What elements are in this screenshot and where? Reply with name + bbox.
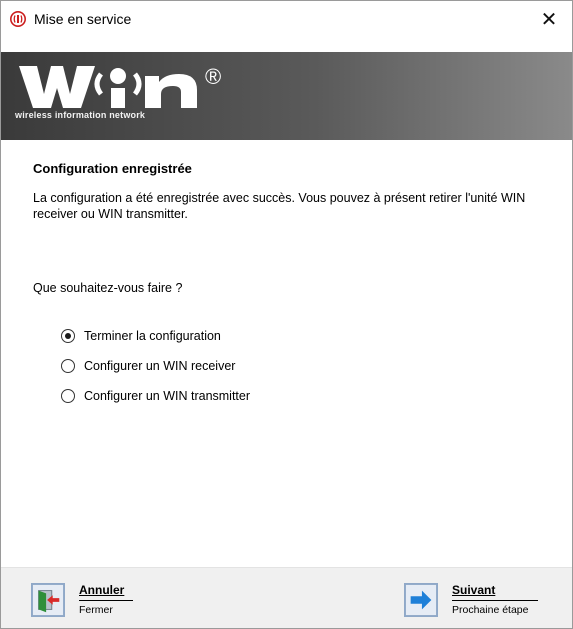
option-terminer[interactable]: Terminer la configuration [61,321,250,351]
option-label: Configurer un WIN transmitter [84,389,251,403]
next-button[interactable]: Suivant Prochaine étape [404,583,538,617]
radio-button[interactable] [61,359,75,373]
option-transmitter[interactable]: Configurer un WIN transmitter [61,381,250,411]
radio-button[interactable] [61,389,75,403]
option-receiver[interactable]: Configurer un WIN receiver [61,351,250,381]
cancel-label: Annuler [79,583,125,597]
window-title: Mise en service [34,11,132,27]
arrow-right-icon[interactable] [404,583,438,617]
options-group: Terminer la configuration Configurer un … [61,321,250,411]
content-area: Configuration enregistrée La configurati… [33,161,553,222]
close-icon: ✕ [540,8,558,31]
registered-mark: ® [205,64,221,89]
next-sublabel: Prochaine étape [452,604,529,616]
cancel-sublabel: Fermer [79,604,113,616]
exit-door-icon[interactable] [31,583,65,617]
cancel-button[interactable]: Annuler Fermer [31,583,133,617]
banner-tagline: wireless information network [15,110,146,120]
option-label: Configurer un WIN receiver [84,359,236,373]
dialog-window: Mise en service ✕ ® wireless information… [0,0,573,629]
brand-banner: ® wireless information network [1,52,572,140]
question-label: Que souhaitez-vous faire ? [33,281,183,295]
page-description: La configuration a été enregistrée avec … [33,191,526,221]
title-bar: Mise en service ✕ [1,1,572,37]
footer-bar: Annuler Fermer Suivant Prochaine étape [1,568,572,628]
next-label: Suivant [452,583,496,597]
close-button[interactable]: ✕ [526,1,572,37]
red-antenna-icon [10,11,26,27]
page-heading: Configuration enregistrée [33,161,192,176]
win-logo: ® [19,64,221,108]
option-label: Terminer la configuration [84,329,221,343]
radio-button[interactable] [61,329,75,343]
